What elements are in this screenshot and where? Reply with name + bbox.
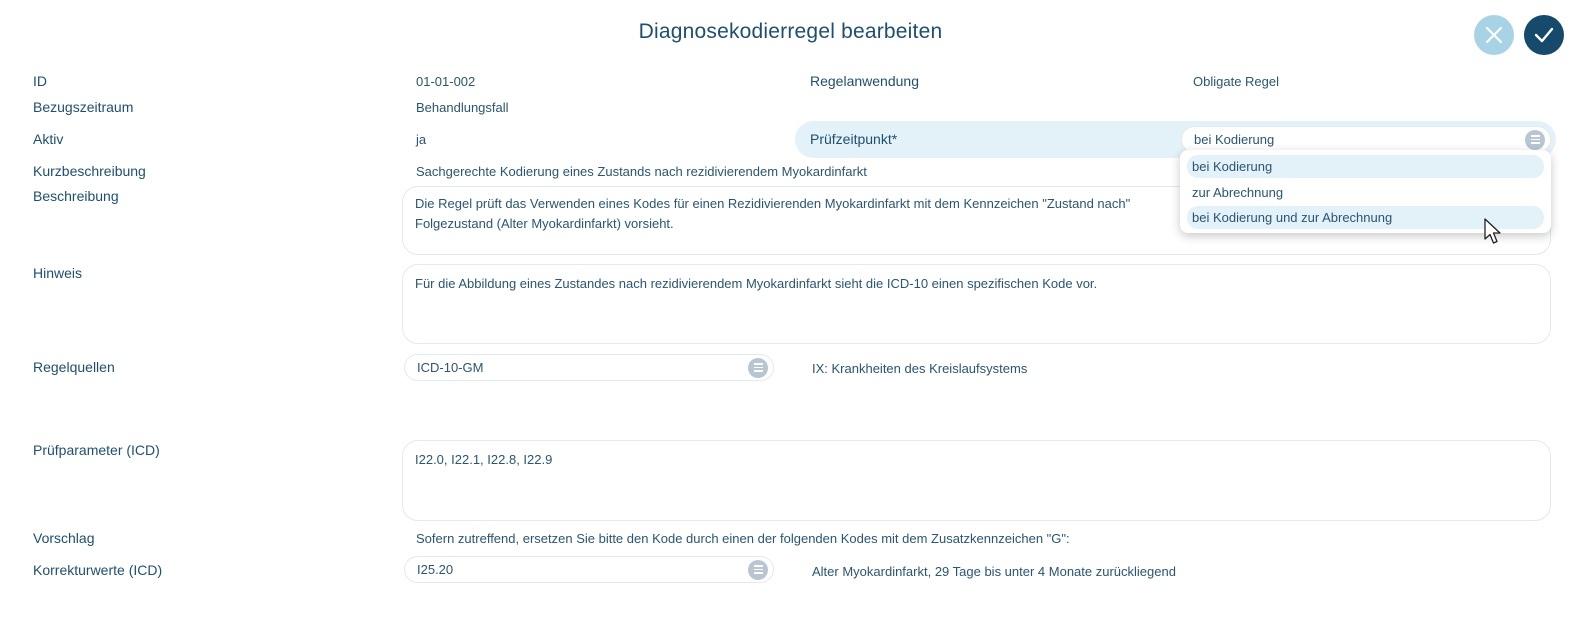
- cancel-button[interactable]: [1474, 15, 1514, 55]
- vorschlag-label: Vorschlag: [33, 530, 95, 546]
- id-value: 01-01-002: [416, 74, 476, 89]
- korrekturwerte-value: I25.20: [417, 562, 454, 577]
- id-label: ID: [33, 73, 47, 89]
- bezugszeitraum-value: Behandlungsfall: [416, 100, 509, 115]
- regelquellen-label: Regelquellen: [33, 359, 115, 375]
- pruefzeitpunkt-label: Prüfzeitpunkt*: [810, 131, 898, 147]
- hinweis-label: Hinweis: [33, 265, 83, 281]
- dropdown-option-bei-kodierung[interactable]: bei Kodierung: [1187, 155, 1544, 178]
- pruefparameter-textarea[interactable]: I22.0, I22.1, I22.8, I22.9: [402, 440, 1551, 521]
- regelquellen-description: IX: Krankheiten des Kreislaufsystems: [812, 361, 1028, 376]
- hinweis-value: Für die Abbildung eines Zustandes nach r…: [415, 276, 1098, 291]
- mouse-cursor-icon: [1484, 218, 1501, 244]
- korrekturwerte-description: Alter Myokardinfarkt, 29 Tage bis unter …: [812, 564, 1176, 579]
- kurzbeschreibung-value: Sachgerechte Kodierung eines Zustands na…: [416, 164, 867, 179]
- bezugszeitraum-label: Bezugszeitraum: [33, 99, 134, 115]
- save-button[interactable]: [1524, 15, 1564, 55]
- pruefzeitpunkt-value: bei Kodierung: [1194, 132, 1275, 147]
- regelquellen-value: ICD-10-GM: [417, 360, 484, 375]
- korrekturwerte-label: Korrekturwerte (ICD): [33, 562, 163, 578]
- check-icon: [1534, 27, 1554, 43]
- menu-icon[interactable]: [748, 357, 768, 378]
- regelanwendung-label: Regelanwendung: [810, 73, 919, 89]
- menu-icon[interactable]: [748, 559, 768, 580]
- pruefparameter-label: Prüfparameter (ICD): [33, 442, 160, 458]
- korrekturwerte-select[interactable]: I25.20: [404, 556, 774, 583]
- pruefzeitpunkt-select[interactable]: bei Kodierung: [1181, 126, 1551, 153]
- aktiv-label: Aktiv: [33, 131, 64, 147]
- pruefparameter-value: I22.0, I22.1, I22.8, I22.9: [415, 452, 553, 467]
- regelanwendung-value: Obligate Regel: [1193, 74, 1279, 89]
- menu-icon[interactable]: [1525, 129, 1545, 150]
- dialog-title: Diagnosekodierregel bearbeiten: [638, 20, 943, 43]
- aktiv-value: ja: [416, 132, 427, 147]
- close-icon: [1485, 26, 1503, 44]
- vorschlag-value: Sofern zutreffend, ersetzen Sie bitte de…: [416, 531, 1070, 546]
- hinweis-textarea[interactable]: Für die Abbildung eines Zustandes nach r…: [402, 264, 1551, 344]
- beschreibung-label: Beschreibung: [33, 188, 119, 204]
- dropdown-option-zur-abrechnung[interactable]: zur Abrechnung: [1187, 181, 1544, 204]
- kurzbeschreibung-label: Kurzbeschreibung: [33, 163, 146, 179]
- regelquellen-select[interactable]: ICD-10-GM: [404, 354, 774, 381]
